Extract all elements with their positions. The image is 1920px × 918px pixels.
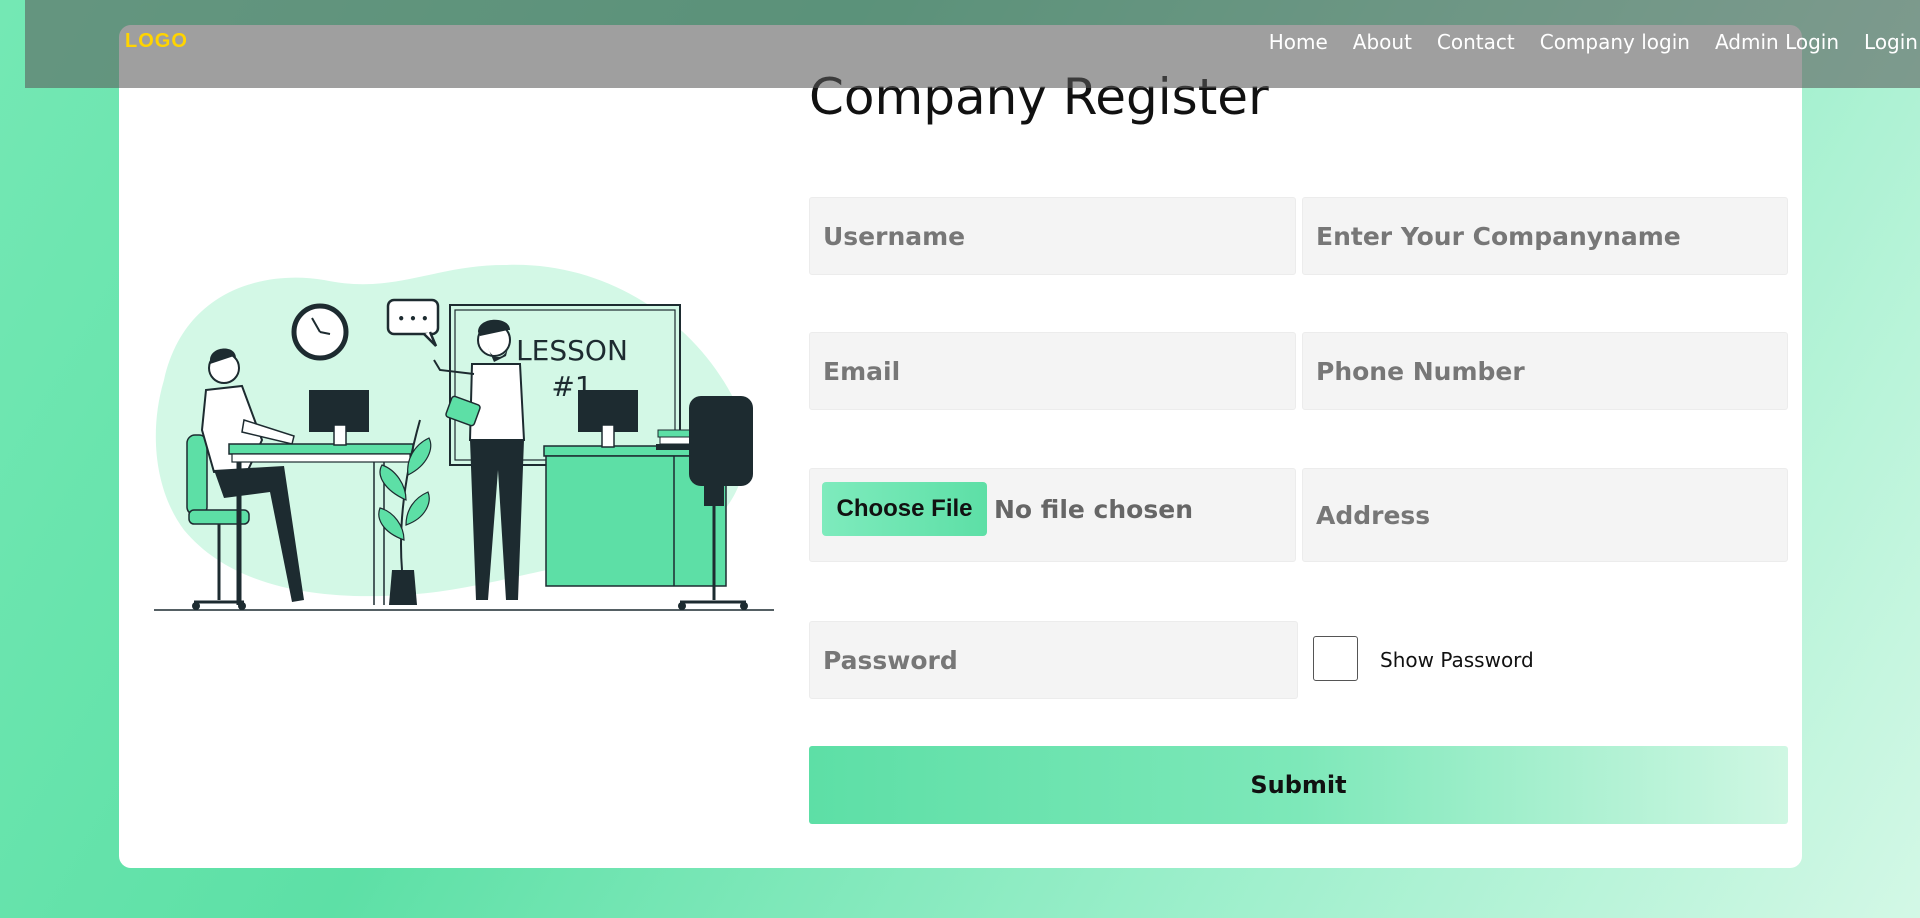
show-password-checkbox[interactable] <box>1313 636 1358 681</box>
bubble-text: • • • <box>397 312 428 326</box>
nav-link-admin-login[interactable]: Admin Login <box>1715 30 1839 54</box>
top-navbar: LOGO Home About Contact Company login Ad… <box>25 0 1920 88</box>
nav-link-about[interactable]: About <box>1353 30 1412 54</box>
board-text-lesson: LESSON <box>516 334 628 367</box>
logo[interactable]: LOGO <box>125 30 188 53</box>
classroom-illustration: • • • LESSON #1 <box>154 264 774 611</box>
address-input[interactable] <box>1302 468 1788 562</box>
show-password-label[interactable]: Show Password <box>1380 648 1534 672</box>
companyname-input[interactable] <box>1302 197 1788 275</box>
nav-link-home[interactable]: Home <box>1269 30 1328 54</box>
password-input[interactable] <box>809 621 1298 699</box>
file-upload-field[interactable]: Choose File No file chosen <box>809 468 1296 562</box>
email-input[interactable] <box>809 332 1296 410</box>
phone-input[interactable] <box>1302 332 1788 410</box>
nav-link-login[interactable]: Login <box>1864 30 1918 54</box>
nav-link-contact[interactable]: Contact <box>1437 30 1515 54</box>
nav-link-company-login[interactable]: Company login <box>1540 30 1690 54</box>
submit-button[interactable]: Submit <box>809 746 1788 824</box>
username-input[interactable] <box>809 197 1296 275</box>
choose-file-button[interactable]: Choose File <box>822 482 987 536</box>
nav-links: Home About Contact Company login Admin L… <box>1269 30 1918 54</box>
file-status-text: No file chosen <box>994 495 1193 524</box>
